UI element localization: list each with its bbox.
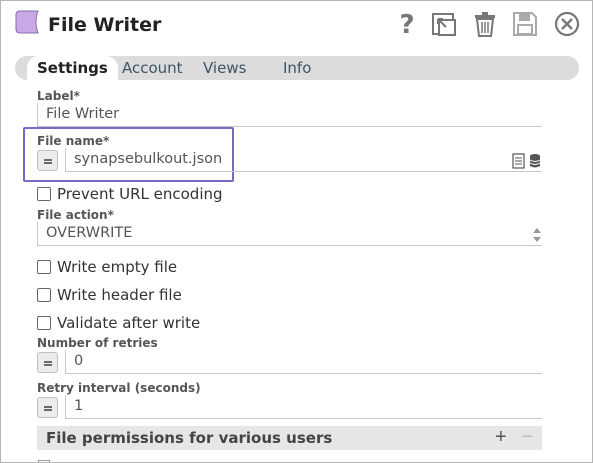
retry-interval-expression-toggle[interactable]	[37, 397, 58, 418]
retry-interval-input[interactable]: 1	[65, 395, 542, 419]
select-arrows-icon[interactable]	[532, 226, 542, 244]
file-writer-snap-icon	[14, 9, 40, 35]
write-header-file-checkbox[interactable]	[37, 288, 51, 302]
snap-settings-dialog: File Writer ? Settings Account Views Inf…	[0, 0, 593, 463]
prevent-url-encoding-label: Prevent URL encoding	[57, 185, 223, 203]
dialog-title: File Writer	[48, 14, 162, 36]
tab-account[interactable]: Account	[122, 56, 183, 80]
add-permission-button[interactable]: +	[495, 427, 507, 447]
tab-bar: Settings Account Views Info	[15, 56, 579, 80]
file-name-expression-toggle[interactable]	[37, 150, 58, 171]
prevent-url-encoding-checkbox[interactable]	[37, 187, 51, 201]
file-name-input[interactable]: synapsebulkout.json	[65, 148, 542, 172]
dialog-header: File Writer ?	[1, 1, 592, 51]
svg-text:?: ?	[399, 10, 414, 38]
file-permissions-title: File permissions for various users	[46, 429, 333, 447]
tab-settings[interactable]: Settings	[27, 56, 118, 80]
number-of-retries-field-title: Number of retries	[37, 336, 158, 350]
remove-permission-button[interactable]: −	[521, 427, 533, 447]
file-action-select[interactable]: OVERWRITE	[37, 222, 542, 246]
trash-icon[interactable]	[471, 10, 499, 38]
label-input[interactable]: File Writer	[37, 103, 542, 127]
close-icon[interactable]	[553, 10, 581, 38]
file-name-field-title: File name*	[37, 134, 110, 148]
retry-interval-field-title: Retry interval (seconds)	[37, 381, 201, 395]
retries-expression-toggle[interactable]	[37, 352, 58, 373]
help-icon[interactable]: ?	[393, 10, 421, 40]
validate-after-write-label: Validate after write	[57, 314, 201, 332]
save-icon[interactable]	[511, 10, 539, 38]
validate-after-write-checkbox[interactable]	[37, 316, 51, 330]
tab-info[interactable]: Info	[283, 56, 311, 80]
write-empty-file-label: Write empty file	[57, 258, 178, 276]
file-action-field-title: File action*	[37, 208, 114, 222]
write-header-file-label: Write header file	[57, 286, 182, 304]
label-field-title: Label*	[37, 89, 80, 103]
file-browse-icons	[512, 152, 542, 170]
write-empty-file-checkbox[interactable]	[37, 260, 51, 274]
database-icon	[529, 154, 541, 168]
number-of-retries-input[interactable]: 0	[65, 350, 542, 374]
export-icon[interactable]	[430, 10, 458, 38]
document-browse-icon	[512, 153, 525, 169]
file-permissions-section: File permissions for various users + −	[37, 426, 542, 450]
tab-views[interactable]: Views	[203, 56, 246, 80]
